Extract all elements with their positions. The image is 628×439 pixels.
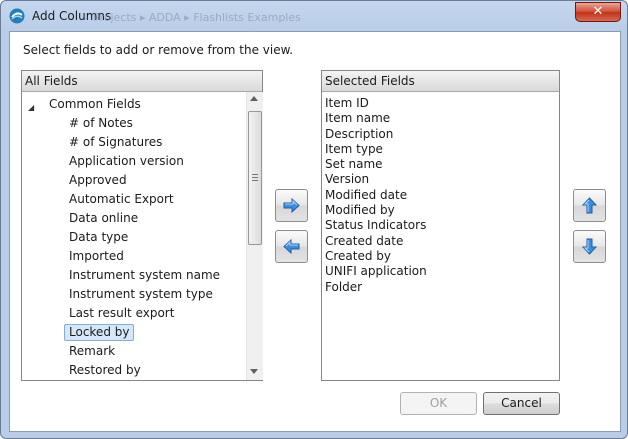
field-item-label: # of Notes — [69, 116, 133, 130]
app-logo-icon — [9, 8, 25, 24]
selected-field-item[interactable]: Item type — [325, 142, 555, 157]
field-item[interactable]: # of Notes — [22, 115, 246, 132]
field-item[interactable]: Automatic Export — [22, 191, 246, 208]
field-item-label: Restored by — [69, 362, 141, 377]
arrow-down-icon — [581, 238, 598, 255]
field-item[interactable]: Instrument system type — [22, 286, 246, 303]
field-item-label: # of Signatures — [69, 134, 163, 149]
selected-field-item[interactable]: Folder — [325, 280, 555, 295]
close-button[interactable]: ✕ — [575, 2, 621, 22]
selected-field-item[interactable]: Version — [325, 172, 555, 187]
scroll-thumb[interactable] — [248, 111, 262, 245]
selected-field-item[interactable]: Created by — [325, 249, 555, 264]
selected-field-item[interactable]: Set name — [325, 157, 555, 172]
expand-toggle-icon[interactable]: ◢ — [28, 99, 34, 116]
field-rows: # of Notes # of Signatures Application ver… — [22, 115, 246, 380]
arrow-left-icon — [283, 238, 300, 255]
instruction-text: Select fields to add or remove from the … — [23, 43, 294, 57]
selected-field-item[interactable]: Description — [325, 127, 555, 142]
title-bar[interactable]: Add Columns Projects ▸ ADDA ▸ Flashlists… — [1, 1, 627, 31]
group-label: Common Fields — [49, 97, 141, 111]
move-up-button[interactable] — [573, 189, 606, 222]
field-item[interactable]: Application version — [22, 153, 246, 170]
selected-fields-list[interactable]: Selected Fields Item ID Item name Descript… — [321, 70, 560, 381]
field-item-label: Imported — [69, 248, 124, 263]
field-item-label: Locked by — [64, 323, 135, 341]
field-item-label: Application version — [69, 153, 184, 168]
move-down-button[interactable] — [573, 230, 606, 263]
scroll-down-icon[interactable] — [250, 369, 258, 374]
selected-field-item[interactable]: Status Indicators — [325, 218, 555, 233]
common-fields-group[interactable]: ◢ Common Fields — [22, 96, 246, 113]
field-item[interactable]: Data type — [22, 229, 246, 246]
selected-field-item[interactable]: Item name — [325, 111, 555, 126]
field-item[interactable]: # of Signatures — [22, 134, 246, 151]
all-fields-header: All Fields — [22, 71, 262, 92]
all-fields-items: ◢ Common Fields # of Notes # of Signature… — [22, 92, 246, 380]
selected-field-item[interactable]: Modified by — [325, 203, 555, 218]
field-item-label: Data online — [69, 210, 139, 225]
background-breadcrumb: Projects ▸ ADDA ▸ Flashlists Examples — [93, 11, 301, 24]
cancel-button[interactable]: Cancel — [483, 392, 560, 415]
field-item[interactable]: Imported — [22, 248, 246, 265]
arrow-right-icon — [283, 197, 300, 214]
field-item-label: Approved — [69, 172, 127, 187]
field-item-selected[interactable]: Locked by — [22, 323, 246, 341]
field-item[interactable]: Remark — [22, 343, 246, 360]
field-item[interactable]: Approved — [22, 172, 246, 189]
field-item-label: Instrument system type — [69, 286, 213, 301]
field-item[interactable]: Last result export — [22, 305, 246, 322]
field-item-label: Data type — [69, 229, 129, 244]
add-columns-dialog: Add Columns Projects ▸ ADDA ▸ Flashlists… — [0, 0, 628, 439]
selected-fields-items: Item ID Item name Description Item type Set … — [325, 96, 555, 295]
field-item[interactable]: Restored by — [22, 362, 246, 379]
field-item-label: Automatic Export — [69, 191, 174, 206]
field-item-label: Remark — [69, 343, 116, 358]
selected-fields-header: Selected Fields — [322, 71, 559, 92]
field-item[interactable]: Data online — [22, 210, 246, 227]
all-fields-scrollbar[interactable] — [246, 92, 263, 380]
selected-field-item[interactable]: UNIFI application — [325, 264, 555, 279]
selected-field-item[interactable]: Item ID — [325, 96, 555, 111]
selected-field-item[interactable]: Modified date — [325, 188, 555, 203]
selected-field-item[interactable]: Created date — [325, 234, 555, 249]
dialog-body: Select fields to add or remove from the … — [9, 31, 621, 432]
arrow-up-icon — [581, 197, 598, 214]
all-fields-list[interactable]: All Fields ◢ Common Fields # of Notes # o… — [21, 70, 263, 381]
ok-button[interactable]: OK — [400, 392, 477, 415]
field-item[interactable]: Instrument system name — [22, 267, 246, 284]
add-field-button[interactable] — [275, 189, 308, 222]
scroll-up-icon[interactable] — [250, 96, 258, 101]
field-item-label: Last result export — [69, 305, 175, 320]
remove-field-button[interactable] — [275, 230, 308, 263]
field-item-label: Instrument system name — [69, 267, 221, 282]
